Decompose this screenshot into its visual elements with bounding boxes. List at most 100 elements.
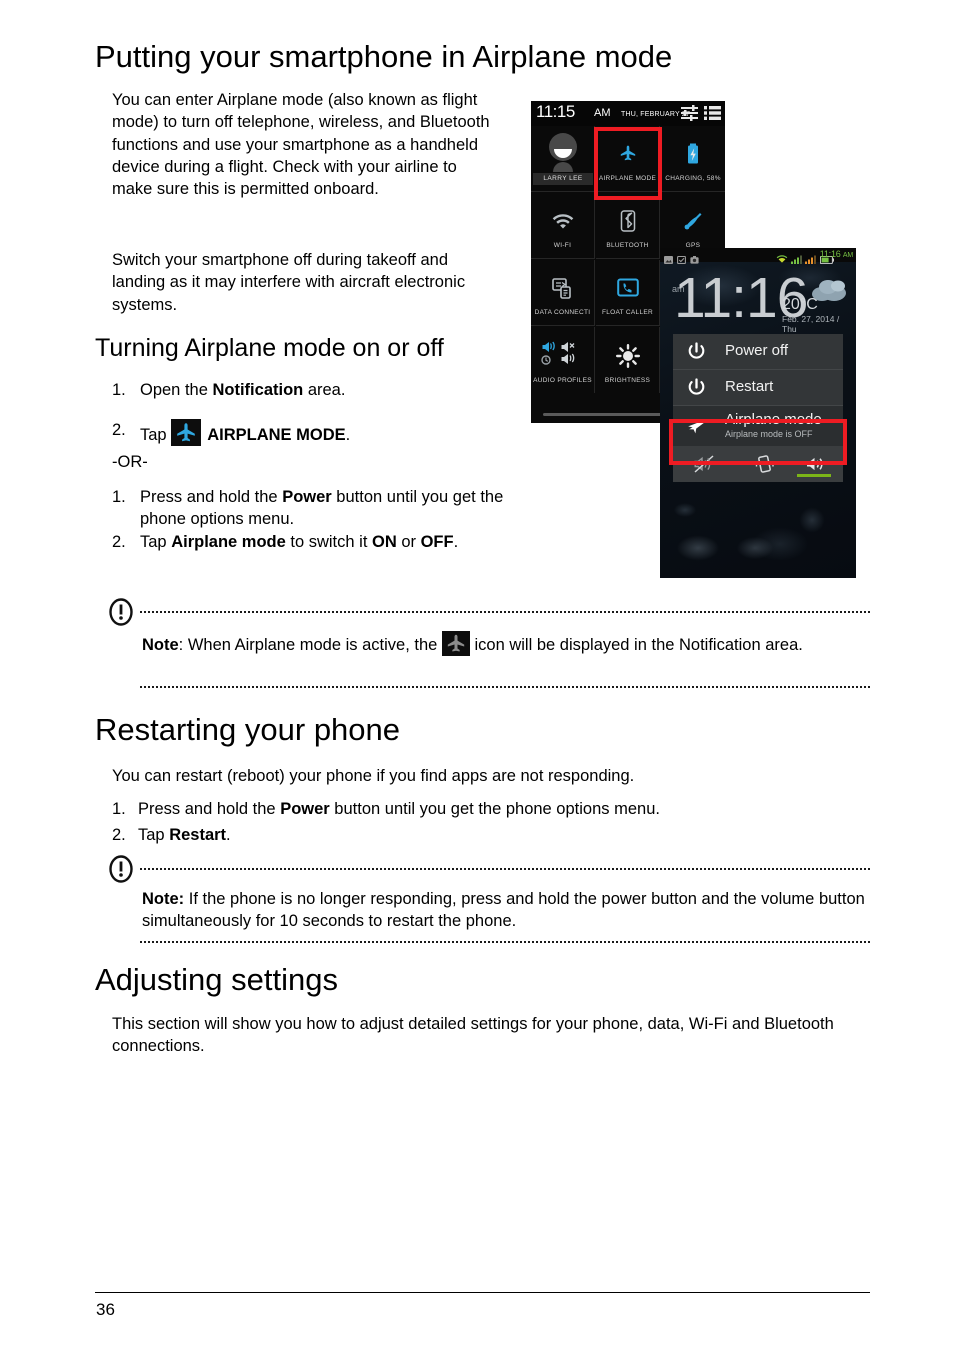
list-number: 1. bbox=[112, 381, 126, 399]
note-label: Note: bbox=[142, 890, 185, 908]
power-menu-item-restart[interactable]: Restart bbox=[673, 370, 843, 406]
quick-tile-brightness[interactable]: BRIGHTNESS bbox=[596, 327, 660, 393]
note-divider-top bbox=[140, 868, 870, 870]
quick-tile-label: DATA CONNECTI bbox=[534, 309, 591, 316]
power-menu-label: Power off bbox=[725, 342, 789, 359]
note-label: Note bbox=[142, 636, 179, 654]
note-text: Note: When Airplane mode is active, the … bbox=[142, 631, 870, 656]
adjusting-body: This section will show you how to adjust… bbox=[112, 1015, 834, 1056]
status-bar-clock: 11:16 AM bbox=[820, 249, 853, 259]
airplane-icon-gray-svg bbox=[447, 634, 465, 652]
power-menu-label: Restart bbox=[725, 378, 774, 395]
step-text-post: . bbox=[453, 532, 459, 551]
airplane-icon bbox=[171, 419, 202, 446]
note-text-body: If the phone is no longer responding, pr… bbox=[142, 890, 865, 931]
note-text: Note: If the phone is no longer respondi… bbox=[142, 888, 872, 933]
step-bold: Restart bbox=[169, 826, 227, 844]
manual-page: Putting your smartphone in Airplane mode… bbox=[0, 0, 954, 1352]
sliders-icon[interactable] bbox=[681, 105, 698, 126]
restart-intro: You can restart (reboot) your phone if y… bbox=[112, 767, 635, 785]
step-bold: ON bbox=[372, 532, 397, 551]
quick-tile-data-connection[interactable]: DATA CONNECTI bbox=[531, 260, 595, 326]
or-separator: -OR- bbox=[112, 453, 148, 471]
subheading-turning-airplane-mode: Turning Airplane mode on or off bbox=[95, 334, 444, 362]
list-icon[interactable] bbox=[704, 105, 721, 126]
list-item: 1. Open the Notification area. bbox=[112, 379, 512, 405]
quick-tile-label: LARRY LEE bbox=[533, 173, 593, 185]
gps-icon bbox=[661, 210, 725, 237]
float-caller-icon bbox=[596, 277, 659, 304]
list-number: 1. bbox=[112, 800, 126, 818]
cloud-icon bbox=[810, 276, 848, 307]
list-number: 2. bbox=[112, 826, 126, 844]
quick-tile-label: AUDIO PROFILES bbox=[533, 377, 592, 384]
list-number: 2. bbox=[112, 532, 126, 551]
quick-tile-bluetooth[interactable]: BLUETOOTH bbox=[596, 193, 660, 259]
quick-tile-label: BLUETOOTH bbox=[606, 242, 649, 249]
step-text: Press and hold the bbox=[140, 488, 283, 506]
quick-tile-label: FLOAT CALLER bbox=[601, 309, 654, 316]
note-divider-top bbox=[140, 611, 870, 613]
airplane-icon-svg bbox=[177, 423, 195, 442]
step-text: Tap bbox=[140, 532, 172, 551]
quick-tile-float-caller[interactable]: FLOAT CALLER bbox=[596, 260, 660, 326]
quick-tile-label: BRIGHTNESS bbox=[604, 377, 651, 384]
status-bar-time: 11:15 bbox=[536, 102, 575, 121]
step-text-mid: to switch it bbox=[285, 532, 372, 551]
data-connection-icon bbox=[531, 277, 594, 304]
battery-charging-icon bbox=[661, 143, 725, 170]
note-divider-bottom bbox=[140, 686, 870, 688]
intro-paragraph-2: Switch your smartphone off during takeof… bbox=[112, 251, 466, 314]
highlight-box-airplane-menu bbox=[669, 419, 847, 465]
status-bar-time: 11:16 bbox=[819, 249, 841, 259]
page-number: 36 bbox=[96, 1300, 115, 1319]
quick-tile-charging[interactable]: CHARGING, 58% bbox=[661, 126, 725, 192]
power-menu-item-power-off[interactable]: Power off bbox=[673, 334, 843, 370]
list-item: 2. Tap Restart. bbox=[112, 824, 872, 850]
steps-list-restart: 1. Press and hold the Power button until… bbox=[112, 798, 872, 850]
status-bar-ampm: AM bbox=[842, 252, 853, 259]
note-airplane: Note: When Airplane mode is active, the … bbox=[108, 598, 870, 690]
avatar-shoulders bbox=[553, 162, 573, 172]
audio-profiles-icon bbox=[531, 339, 594, 372]
quick-tile-audio-profiles[interactable]: AUDIO PROFILES bbox=[531, 327, 595, 393]
steps-list-b: 1. Press and hold the Power button until… bbox=[112, 486, 512, 575]
step-text: Open the bbox=[140, 381, 213, 399]
footer-divider bbox=[95, 1292, 870, 1293]
step-bold: AIRPLANE MODE bbox=[207, 426, 346, 444]
quick-tile-wifi[interactable]: WI-FI bbox=[531, 193, 595, 259]
exclamation-icon bbox=[108, 855, 134, 883]
list-item: 1. Press and hold the Power button until… bbox=[112, 798, 872, 824]
power-icon bbox=[687, 378, 706, 402]
power-icon bbox=[687, 342, 706, 366]
wifi-icon bbox=[531, 210, 594, 235]
bluetooth-icon bbox=[596, 210, 659, 237]
step-text-post: . bbox=[226, 826, 231, 844]
home-status-bar: 11:16 AM bbox=[660, 248, 856, 265]
step-text: Tap bbox=[138, 826, 170, 844]
intro-paragraph-1: You can enter Airplane mode (also known … bbox=[112, 91, 490, 199]
exclamation-icon bbox=[108, 598, 134, 626]
image-icon bbox=[664, 251, 673, 269]
list-number: 1. bbox=[112, 488, 126, 506]
quick-tile-label: CHARGING, 58% bbox=[665, 175, 721, 182]
status-bar-ampm: AM bbox=[594, 107, 611, 119]
list-item: 2. Tap Airplane mode to switch it ON or … bbox=[112, 531, 512, 575]
step-text-post: . bbox=[345, 426, 351, 444]
list-number: 2. bbox=[112, 421, 126, 439]
note-text-pre: : When Airplane mode is active, the bbox=[178, 636, 442, 654]
list-item: 2. Tap AIRPLANE MODE. bbox=[112, 416, 512, 450]
quick-tile-label: WI-FI bbox=[553, 242, 572, 249]
step-text: Tap bbox=[140, 426, 172, 444]
volume-level-indicator bbox=[797, 474, 831, 477]
status-bar-date: THU, FEBRUARY 27 bbox=[621, 111, 691, 118]
notification-status-bar: 11:15 AM THU, FEBRUARY 27 bbox=[531, 101, 725, 126]
widget-date: Feb. 27, 2014 / Thu bbox=[782, 314, 840, 334]
list-item: 1. Press and hold the Power button until… bbox=[112, 486, 512, 531]
step-bold: Airplane mode bbox=[171, 532, 286, 551]
phone-home-screen-screenshot: 11:16 AM am 11:16 20°C Feb. 27, 2014 / T… bbox=[660, 248, 856, 578]
note-text-post: icon will be displayed in the Notificati… bbox=[469, 636, 803, 654]
quick-tile-profile[interactable]: LARRY LEE bbox=[531, 126, 595, 192]
page-title: Putting your smartphone in Airplane mode bbox=[95, 39, 673, 74]
heading-adjusting-settings: Adjusting settings bbox=[95, 962, 338, 997]
